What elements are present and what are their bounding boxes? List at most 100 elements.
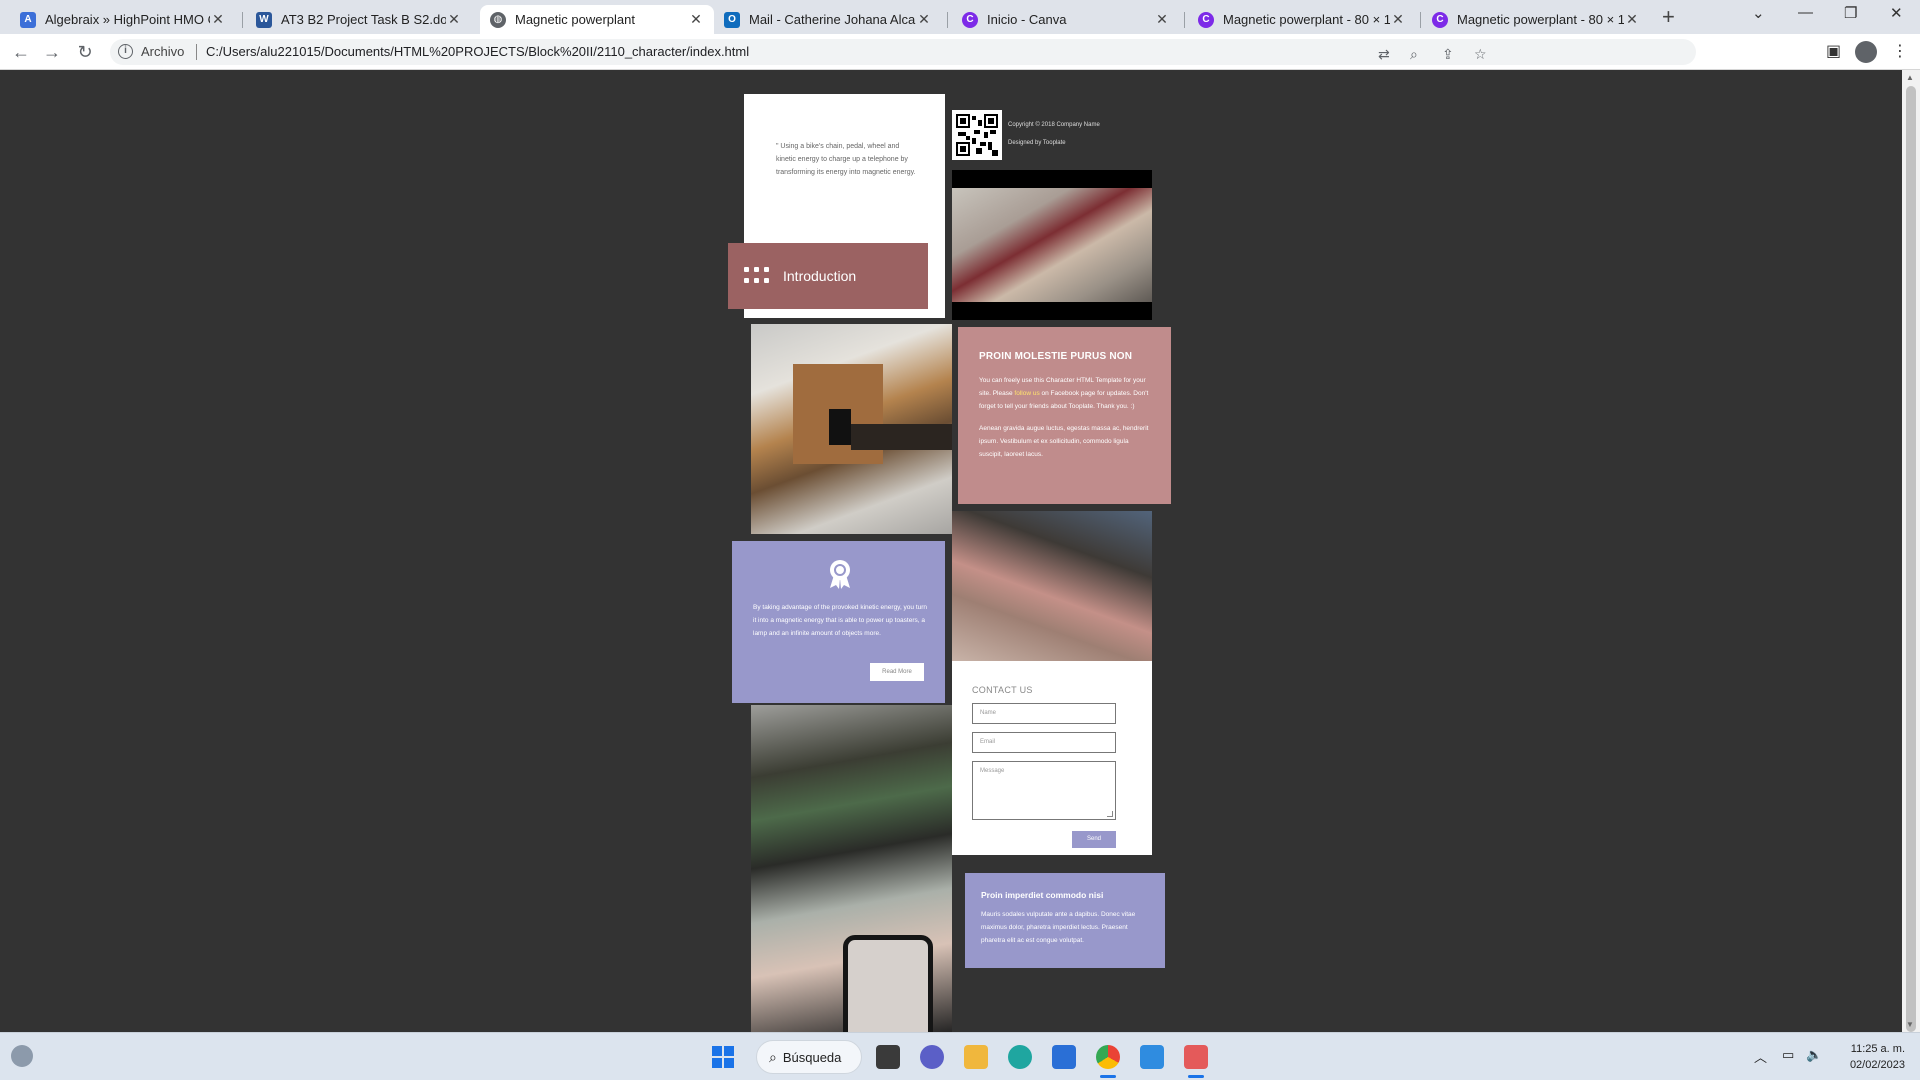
- page-viewport: " Using a bike's chain, pedal, wheel and…: [0, 70, 1902, 1032]
- designer-credit: Designed by Tooplate: [1008, 140, 1066, 146]
- card-title: PROIN MOLESTIE PURUS NON: [979, 351, 1133, 362]
- card-paragraph: Mauris sodales vulputate ante a dapibus.…: [981, 911, 1136, 944]
- contact-title: CONTACT US: [972, 685, 1033, 695]
- close-icon[interactable]: ✕: [916, 11, 932, 28]
- tab-strip: A Algebraix » HighPoint HMO CAM ✕ W AT3 …: [0, 0, 1920, 34]
- side-panel-icon[interactable]: ▣: [1826, 41, 1841, 61]
- tab-magnetic-powerplant[interactable]: ◍ Magnetic powerplant ✕: [480, 5, 714, 34]
- tab-label: Inicio - Canva: [987, 12, 1067, 27]
- taskbar-search[interactable]: ⌕ Búsqueda: [756, 1040, 862, 1074]
- menu-kebab-icon[interactable]: ⋮: [1892, 41, 1908, 61]
- address-url[interactable]: C:/Users/alu221015/Documents/HTML%20PROJ…: [206, 44, 749, 59]
- circuit-board-photo: [751, 324, 952, 534]
- info-card-purple-2: Proin imperdiet commodo nisi Mauris soda…: [965, 873, 1165, 968]
- clock-time[interactable]: 11:25 a. m.: [1835, 1043, 1905, 1055]
- translate-icon[interactable]: ⇄: [1378, 46, 1390, 63]
- close-window-icon[interactable]: ✕: [1890, 4, 1903, 22]
- dots-grid-icon: [744, 267, 770, 285]
- zoom-icon[interactable]: ⌕: [1410, 46, 1418, 63]
- card-paragraph: You can freely use this Character HTML T…: [979, 374, 1150, 413]
- file-explorer-icon[interactable]: [964, 1045, 988, 1069]
- soldering-photo: [952, 511, 1152, 661]
- info-card-pink: PROIN MOLESTIE PURUS NON You can freely …: [958, 327, 1171, 504]
- share-icon[interactable]: ⇪: [1442, 46, 1454, 63]
- tab-separator: [1420, 12, 1421, 28]
- introduction-banner[interactable]: Introduction: [728, 243, 928, 309]
- tab-separator: [947, 12, 948, 28]
- close-icon[interactable]: ✕: [688, 11, 704, 28]
- bookmark-star-icon[interactable]: ☆: [1474, 46, 1487, 63]
- email-field[interactable]: Email: [972, 732, 1116, 753]
- restore-icon[interactable]: ❐: [1844, 4, 1857, 22]
- address-bar[interactable]: i Archivo C:/Users/alu221015/Documents/H…: [110, 39, 1696, 65]
- send-button[interactable]: Send: [1072, 831, 1116, 848]
- back-icon[interactable]: ←: [9, 40, 33, 64]
- tab-label: Magnetic powerplant - 80 × 100: [1457, 12, 1624, 27]
- meet-icon[interactable]: [920, 1045, 944, 1069]
- scroll-up-icon[interactable]: ▲: [1906, 73, 1914, 82]
- tab-mail[interactable]: O Mail - Catherine Johana Alcantar ✕: [714, 5, 942, 34]
- windows-start-icon[interactable]: [712, 1046, 734, 1068]
- minimize-icon[interactable]: —: [1798, 4, 1813, 21]
- reload-icon[interactable]: ↻: [73, 40, 97, 64]
- scroll-down-icon[interactable]: ▼: [1906, 1020, 1914, 1029]
- info-icon[interactable]: i: [118, 44, 133, 59]
- close-icon[interactable]: ✕: [1390, 11, 1406, 28]
- close-icon[interactable]: ✕: [1624, 11, 1640, 28]
- globe-icon: ◍: [490, 11, 506, 28]
- read-more-button[interactable]: Read More: [870, 663, 924, 681]
- info-card-purple: By taking advantage of the provoked kine…: [732, 541, 945, 703]
- widgets-icon[interactable]: [11, 1045, 33, 1067]
- bike-phone-photo: [751, 705, 952, 1032]
- copyright-text: Copyright © 2018 Company Name: [1008, 122, 1100, 128]
- strap-shape: [851, 424, 952, 450]
- vscode-icon[interactable]: [1140, 1045, 1164, 1069]
- canva-icon: C: [1432, 11, 1448, 28]
- vertical-scrollbar[interactable]: ▲ ▼: [1902, 70, 1920, 1032]
- tab-label: Mail - Catherine Johana Alcantar: [749, 12, 916, 27]
- tab-label: Magnetic powerplant - 80 × 100: [1223, 12, 1390, 27]
- name-field[interactable]: Name: [972, 703, 1116, 724]
- canva-icon: C: [962, 11, 978, 28]
- address-separator: [196, 44, 197, 60]
- clock-date[interactable]: 02/02/2023: [1835, 1059, 1905, 1071]
- card-paragraph: By taking advantage of the provoked kine…: [753, 604, 928, 637]
- tab-canva-home[interactable]: C Inicio - Canva ✕: [952, 5, 1180, 34]
- new-tab-icon[interactable]: +: [1662, 4, 1675, 30]
- tab-canva-design-2[interactable]: C Magnetic powerplant - 80 × 100 ✕: [1422, 5, 1650, 34]
- follow-us-link[interactable]: follow us: [1014, 390, 1039, 397]
- snipping-tool-icon[interactable]: [1184, 1045, 1208, 1069]
- canva-icon: C: [1198, 11, 1214, 28]
- close-icon[interactable]: ✕: [1154, 11, 1170, 28]
- store-icon[interactable]: [1052, 1045, 1076, 1069]
- network-icon[interactable]: ▭: [1782, 1047, 1794, 1063]
- profile-avatar-icon[interactable]: [1855, 41, 1877, 63]
- phone-shape: [843, 935, 933, 1032]
- windows-taskbar: ⌕ Búsqueda ︿ ▭ 🔈 11:25 a. m. 02/02/2023: [0, 1032, 1920, 1080]
- edge-icon[interactable]: [1008, 1045, 1032, 1069]
- close-icon[interactable]: ✕: [446, 11, 462, 28]
- show-hidden-icons-icon[interactable]: ︿: [1754, 1047, 1767, 1066]
- quote-text: " Using a bike's chain, pedal, wheel and…: [776, 143, 916, 176]
- message-field[interactable]: Message: [972, 761, 1116, 820]
- tab-search-icon[interactable]: ⌄: [1752, 4, 1765, 22]
- volume-icon[interactable]: 🔈: [1806, 1047, 1822, 1063]
- tab-word-doc[interactable]: W AT3 B2 Project Task B S2.docx ✕: [246, 5, 472, 34]
- forward-icon[interactable]: →: [40, 40, 64, 64]
- task-view-icon[interactable]: [876, 1045, 900, 1069]
- tab-canva-design-1[interactable]: C Magnetic powerplant - 80 × 100 ✕: [1188, 5, 1416, 34]
- tab-algebraix[interactable]: A Algebraix » HighPoint HMO CAM ✕: [10, 5, 236, 34]
- tab-separator: [1184, 12, 1185, 28]
- close-icon[interactable]: ✕: [210, 11, 226, 28]
- tab-label: Algebraix » HighPoint HMO CAM: [45, 12, 210, 27]
- qr-code-icon: [956, 114, 998, 156]
- card-paragraph: Aenean gravida augue luctus, egestas mas…: [979, 425, 1149, 458]
- search-icon: ⌕: [769, 1048, 777, 1065]
- qr-code-image: [952, 110, 1002, 160]
- contact-form: CONTACT US Name Email Message Send: [952, 661, 1152, 855]
- message-placeholder: Message: [980, 768, 1005, 774]
- bike-chain-photo: [952, 188, 1152, 302]
- chrome-icon[interactable]: [1096, 1045, 1120, 1069]
- scrollbar-thumb[interactable]: [1906, 86, 1916, 1032]
- resize-handle-icon[interactable]: [1107, 811, 1113, 817]
